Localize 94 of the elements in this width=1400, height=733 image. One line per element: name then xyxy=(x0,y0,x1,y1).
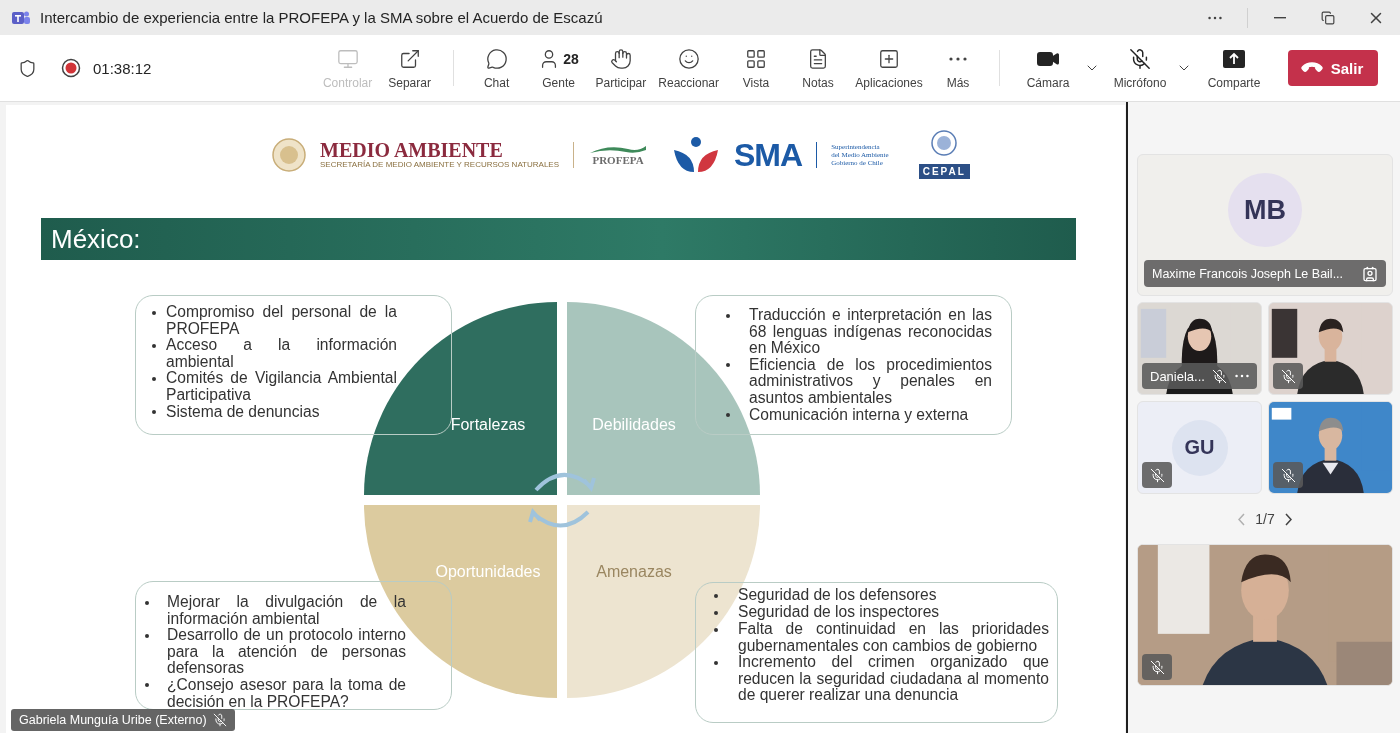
chevron-right-icon xyxy=(1284,512,1292,526)
avatar: MB xyxy=(1228,173,1302,247)
bullet-text: Sistema de denuncias xyxy=(166,403,321,421)
participant-count: 28 xyxy=(563,50,579,67)
window-title: Intercambio de experiencia entre la PROFEPA y la SMA sobre el Acuerdo de Escazú xyxy=(40,9,604,26)
bullet-text: Incremento del crimen organizado que reducen la seguridad ciudadana al momento de querer realizar una denuncia xyxy=(738,654,1049,704)
logo-title: MEDIO AMBIENTE xyxy=(320,140,504,160)
hand-icon xyxy=(609,47,632,70)
bullet-icon xyxy=(145,633,149,638)
toolbar-button[interactable]: Más xyxy=(929,42,987,94)
logo-title: PROFEPA xyxy=(592,153,644,166)
share-button[interactable]: Comparte xyxy=(1196,42,1272,94)
more-icon xyxy=(949,56,967,61)
bullet-text: Comunicación interna y externa xyxy=(749,406,970,424)
bullet-icon xyxy=(714,660,718,665)
pop-out-icon xyxy=(398,47,421,70)
chevron-left-icon xyxy=(1238,512,1246,526)
toolbar-button[interactable]: Reaccionar xyxy=(652,42,725,94)
share-icon xyxy=(1223,49,1245,68)
quadrant-label: Oportunidades xyxy=(435,563,541,581)
more-icon xyxy=(1235,374,1249,378)
chat-icon xyxy=(485,47,508,70)
minimize-icon xyxy=(1274,16,1286,19)
smiley-icon xyxy=(677,47,700,70)
toolbar-button[interactable]: Aplicaciones xyxy=(849,42,929,94)
toolbar-button[interactable]: Participar xyxy=(589,42,653,94)
toolbar-button[interactable]: Vista xyxy=(725,42,787,94)
cycle-arrows-icon xyxy=(528,473,596,528)
add-icon xyxy=(878,47,900,70)
bullet-text: Desarrollo de un protocolo interno para la atención de personas defensoras xyxy=(167,627,406,677)
bullet-text: Mejorar la divulgación de la información ambiental xyxy=(167,594,406,628)
quadrant-label: Debilidades xyxy=(592,416,676,434)
bullet-icon xyxy=(152,343,156,348)
bullet-text: ¿Consejo asesor para la toma de decisión en la PROFEPA? xyxy=(167,676,406,711)
slide-heading: México: xyxy=(41,218,1076,260)
monitor-icon xyxy=(336,47,359,70)
muted-microphone-icon xyxy=(1149,467,1165,483)
toolbar-button[interactable]: Notas xyxy=(787,42,849,94)
quadrant-label: Amenazas xyxy=(596,563,672,581)
bullet-text: Acceso a la información ambiental xyxy=(166,337,397,371)
bullet-text: Comités de Vigilancia Ambiental Participativa xyxy=(166,370,397,404)
muted-microphone-icon xyxy=(1149,659,1165,675)
bullet-icon xyxy=(726,313,730,318)
participant-name: Daniela... xyxy=(1150,368,1204,384)
person-card-icon xyxy=(1362,265,1378,282)
globe-emblem-icon xyxy=(931,130,958,156)
bullet-icon xyxy=(145,600,149,605)
device-button[interactable]: Cámara xyxy=(1012,42,1084,94)
grid-icon xyxy=(745,47,767,70)
bullet-text: Seguridad de los inspectores xyxy=(738,604,941,621)
wave-icon xyxy=(588,143,648,154)
emblem-icon xyxy=(272,137,306,172)
leaves-icon xyxy=(672,135,720,174)
bullet-icon xyxy=(152,410,156,415)
speaker-name: Gabriela Munguía Uribe (Externo) xyxy=(19,713,207,727)
bullet-icon xyxy=(726,363,730,368)
muted-microphone-icon xyxy=(212,713,227,727)
more-icon xyxy=(1208,15,1222,20)
bullet-text: Traducción e interpretación en las 68 lenguas indígenas reconocidas en México xyxy=(749,307,992,357)
shield-icon[interactable] xyxy=(18,58,37,78)
logo-title: CEPAL xyxy=(918,164,970,179)
call-timer: 01:38:12 xyxy=(93,59,152,77)
next-page-button[interactable] xyxy=(1284,512,1292,526)
notes-icon xyxy=(807,47,829,70)
logo-subtitle: SECRETARÍA DE MEDIO AMBIENTE Y RECURSOS NATURALES xyxy=(320,160,559,169)
restore-icon xyxy=(1321,10,1335,25)
muted-microphone-icon xyxy=(1212,368,1227,384)
logo-title: SMA xyxy=(734,138,803,171)
bullet-text: Eficiencia de los procedimientos administrativos y penales en asuntos ambientales xyxy=(749,356,992,407)
participant-tile[interactable]: MB Maxime Francois Joseph Le Bail... xyxy=(1137,154,1393,296)
bullet-icon xyxy=(714,627,718,632)
participant-tile[interactable]: GU xyxy=(1137,401,1262,494)
participant-name: Maxime Francois Joseph Le Bail... xyxy=(1152,266,1345,281)
quadrant-label: Fortalezas xyxy=(450,416,526,434)
bullet-text: Seguridad de los defensores xyxy=(738,587,938,604)
avatar: GU xyxy=(1171,419,1228,476)
toolbar-button[interactable]: Chat xyxy=(465,42,528,94)
muted-microphone-icon xyxy=(1129,47,1151,70)
bullet-icon xyxy=(152,310,156,315)
bullet-text: Falta de continuidad en las prioridades gubernamentales con cambios de gobierno xyxy=(738,621,1049,655)
muted-microphone-icon xyxy=(1280,368,1296,384)
device-button[interactable]: Micrófono xyxy=(1104,42,1176,94)
app-icon xyxy=(12,9,30,26)
page-indicator: 1/7 xyxy=(1255,511,1275,527)
leave-button[interactable]: Salir xyxy=(1288,50,1378,86)
bullet-icon xyxy=(714,593,718,598)
bullet-icon xyxy=(152,376,156,381)
bullet-icon xyxy=(726,413,730,418)
toolbar-button[interactable]: Separar xyxy=(378,42,441,94)
bullet-icon xyxy=(714,610,718,615)
toolbar-button[interactable]: 28 Gente xyxy=(527,42,590,94)
bullet-text: Compromiso del personal de la PROFEPA xyxy=(166,304,397,338)
bullet-icon xyxy=(145,683,149,688)
muted-microphone-icon xyxy=(1280,467,1296,483)
